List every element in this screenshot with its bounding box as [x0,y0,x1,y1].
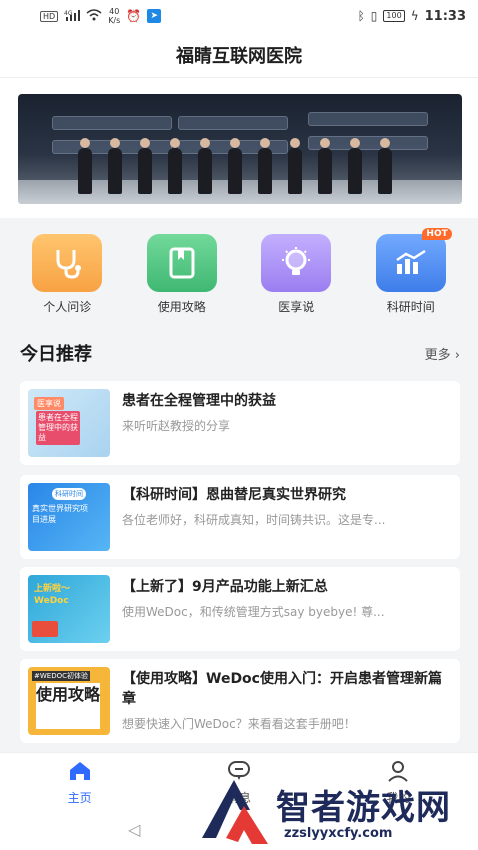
banner-person [258,138,272,194]
watermark-text: 智者游戏网 [276,788,451,828]
thumb-tag: 科研时间 [52,488,86,500]
clock: 11:33 [424,8,466,24]
banner-person [288,138,302,194]
quick-research[interactable]: HOT 科研时间 [366,228,456,320]
article-body: 患者在全程管理中的获益 来听听赵教授的分享 [122,389,452,457]
section-header: 今日推荐 更多 › [20,340,460,366]
banner-person [138,138,152,194]
quick-guide[interactable]: 使用攻略 [137,234,227,320]
status-bar: HD 4G 40 K/s ⏰ ➤ ᛒ ▯ 100 ϟ 11:33 [0,0,478,32]
banner-sign [178,116,288,130]
status-right: ᛒ ▯ 100 ϟ 11:33 [358,9,466,24]
article-title: 【使用攻略】WeDoc使用入门：开启患者管理新篇章 [122,671,442,707]
banner-person [348,138,362,194]
article-card[interactable]: 科研时间 真实世界研究项目进展 【科研时间】恩曲替尼真实世界研究 各位老师好，科… [20,475,460,559]
article-body: 【科研时间】恩曲替尼真实世界研究 各位老师好，科研成真知，时间铸共识。这是专..… [122,483,452,551]
chart-icon: HOT [375,228,452,292]
home-icon [68,760,92,785]
alarm-icon: ⏰ [126,9,142,23]
more-label: 更多 [424,347,451,363]
banner-sign [52,116,172,130]
article-card[interactable]: 上新啦～ WeDoc 【上新了】9月产品功能上新汇总 使用WeDoc，和传统管理… [20,567,460,651]
watermark-url: zzslyyxcfy.com [278,826,399,841]
banner-person [378,138,392,194]
banner-person [108,138,122,194]
wifi-icon [86,8,102,24]
chevron-right-icon: › [454,347,460,363]
article-thumbnail: 科研时间 真实世界研究项目进展 [28,483,110,551]
article-subtitle: 来听听赵教授的分享 [122,419,231,433]
quick-share-label: 医享说 [278,300,315,314]
charging-icon: ϟ [410,9,419,23]
hd-icon: HD [40,10,59,22]
article-card[interactable]: #WEDOC初体验 使用攻略 【使用攻略】WeDoc使用入门：开启患者管理新篇章… [20,659,460,743]
page-title: 福睛互联网医院 [0,32,478,78]
book-icon [146,234,217,292]
quick-research-label: 科研时间 [386,300,435,314]
bluetooth-icon: ᛒ [357,9,365,23]
back-icon[interactable]: ◁ [128,820,140,839]
thumb-text: 使用攻略 [36,683,100,729]
net-speed-unit: K/s [108,16,121,25]
article-subtitle: 使用WeDoc，和传统管理方式say byebye! 尊... [122,605,385,619]
banner-person [78,138,92,194]
banner-person [228,138,242,194]
tab-home-label: 主页 [67,790,92,805]
banner-image[interactable] [18,94,462,204]
section-title: 今日推荐 [20,344,92,365]
thumb-tag: 医享说 [34,397,64,410]
article-thumbnail: 上新啦～ WeDoc [28,575,110,643]
article-subtitle: 各位老师好，科研成真知，时间铸共识。这是专... [122,513,386,527]
article-title: 【上新了】9月产品功能上新汇总 [122,579,328,595]
thumb-text: 真实世界研究项目进展 [32,504,88,524]
thumb-text: 患者在全程管理中的获益 [36,411,80,445]
quick-consult-label: 个人问诊 [43,300,92,314]
stethoscope-icon [32,234,103,292]
banner-container [0,78,478,218]
watermark-logo [196,776,274,848]
net-speed-value: 40 [109,7,120,16]
thumb-text: 上新啦～ WeDoc [34,584,71,606]
lightbulb-icon [261,234,332,292]
hot-badge: HOT [422,228,452,240]
article-title: 患者在全程管理中的获益 [122,393,276,409]
quick-share[interactable]: 医享说 [251,234,341,320]
app-notification-icon: ➤ [147,9,162,23]
thumb-tag: #WEDOC初体验 [32,671,90,681]
article-body: 【上新了】9月产品功能上新汇总 使用WeDoc，和传统管理方式say byeby… [122,575,452,643]
status-left: HD 4G 40 K/s ⏰ ➤ [40,7,162,25]
quick-guide-label: 使用攻略 [157,300,206,314]
article-subtitle: 想要快速入门WeDoc？来看看这套手册吧！ [122,717,356,731]
vibrate-icon: ▯ [370,9,378,23]
article-title: 【科研时间】恩曲替尼真实世界研究 [122,487,346,503]
banner-person [168,138,182,194]
megaphone-icon [32,621,58,637]
more-link[interactable]: 更多 › [425,344,460,363]
net-speed: 40 K/s [108,7,120,25]
battery-icon: 100 [383,10,405,22]
article-thumbnail: #WEDOC初体验 使用攻略 [28,667,110,735]
tab-home[interactable]: 主页 [40,760,120,806]
banner-person [318,138,332,194]
banner-person [198,138,212,194]
article-thumbnail: 医享说 患者在全程管理中的获益 [28,389,110,457]
quick-consult[interactable]: 个人问诊 [22,234,112,320]
article-body: 【使用攻略】WeDoc使用入门：开启患者管理新篇章 想要快速入门WeDoc？来看… [122,667,452,735]
signal-icon: 4G [64,9,81,24]
article-card[interactable]: 医享说 患者在全程管理中的获益 患者在全程管理中的获益 来听听赵教授的分享 [20,381,460,465]
banner-sign [308,112,428,126]
quick-access-grid: 个人问诊 使用攻略 医享说 HOT 科研时间 [0,218,478,320]
